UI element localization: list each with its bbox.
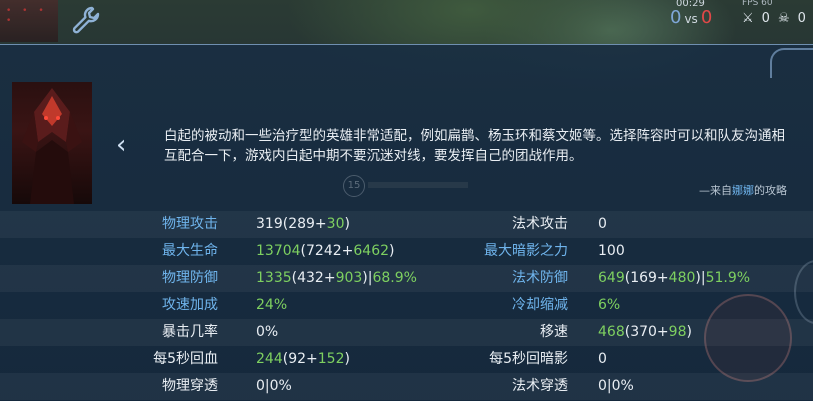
chevron-left-icon[interactable]: ‹: [116, 132, 136, 158]
stat-value-part: (432+: [291, 270, 336, 286]
stat-label-right: 冷却缩减: [512, 297, 568, 313]
stat-value-part: 6%: [598, 297, 621, 313]
stat-label-left: 最大生命: [162, 243, 218, 259]
stat-label-right: 法术防御: [512, 270, 568, 286]
red-team-score: 0: [700, 7, 713, 28]
stat-label-right: 移速: [540, 324, 568, 340]
source-prefix: —来自: [699, 184, 732, 197]
stat-value-part: 51.9%: [705, 270, 751, 286]
vs-label: vs: [684, 12, 698, 26]
stat-value-right: 100: [598, 238, 625, 265]
kills-count: 0: [761, 11, 770, 26]
stat-value-right: 0: [598, 211, 607, 238]
source-author-link[interactable]: 娜娜: [732, 184, 754, 197]
stat-row: 物理攻击 319(289+30) 法术攻击 0: [0, 211, 813, 238]
stat-label-right: 法术攻击: [512, 216, 568, 232]
fps-counter: FPS 60: [742, 0, 773, 8]
stat-row: 每5秒回血 244(92+152) 每5秒回暗影 0: [0, 346, 813, 373]
stat-value-part: 468: [598, 324, 625, 340]
stat-value-part: 100: [598, 243, 625, 259]
stat-value-left: 0%: [256, 319, 278, 346]
stat-label-left: 物理穿透: [162, 378, 218, 394]
minimap-corner[interactable]: • • • •: [0, 0, 58, 42]
deaths-count: 0: [797, 11, 806, 26]
wrench-icon[interactable]: [70, 4, 102, 36]
hud-topbar: • • • • 00:29 FPS 60 0 vs 0 ⚔ 0 ☠ 0: [0, 0, 813, 42]
stat-value-left: 244(92+152): [256, 346, 350, 373]
strategy-source: —来自娜娜的攻略: [699, 182, 787, 198]
stat-value-part: 0: [598, 216, 607, 232]
stat-value-left: 319(289+30): [256, 211, 350, 238]
hero-portrait: [12, 82, 92, 204]
hero-strategy-text: 白起的被动和一些治疗型的英雄非常适配，例如扁鹊、杨玉环和蔡文姬等。选择阵容时可以…: [164, 128, 785, 164]
stat-value-part: 0|0%: [598, 378, 634, 394]
stat-label-left: 物理攻击: [162, 216, 218, 232]
stat-value-part: (370+: [624, 324, 669, 340]
stat-value-left: 1335(432+903)|68.9%: [256, 265, 417, 292]
panel-corner-ornament: [770, 48, 813, 78]
stat-value-part: 480: [668, 270, 696, 286]
stat-value-left: 24%: [256, 292, 287, 319]
stat-value-part: ): [686, 324, 692, 340]
stat-value-part: 6462: [353, 243, 390, 259]
background-text-blur: [368, 182, 468, 188]
stat-value-part: 0%: [256, 324, 279, 340]
player-kda: ⚔ 0 ☠ 0: [742, 11, 813, 26]
minimap-markers: • • • •: [6, 6, 48, 26]
sword-icon: ⚔: [742, 11, 754, 26]
stat-value-right: 6%: [598, 292, 620, 319]
stat-label-right: 最大暗影之力: [484, 243, 568, 259]
stat-label-left: 物理防御: [162, 270, 218, 286]
stat-value-part: (289+: [282, 216, 327, 232]
stat-row: 攻速加成 24% 冷却缩减 6%: [0, 292, 813, 319]
stat-value-part: 98: [668, 324, 687, 340]
stat-label-left: 每5秒回血: [153, 351, 218, 367]
stat-value-part: 152: [317, 351, 345, 367]
stat-value-part: 244: [256, 351, 283, 367]
stat-value-part: 649: [598, 270, 625, 286]
stat-value-part: (169+: [624, 270, 669, 286]
stat-value-part: 13704: [256, 243, 301, 259]
stat-value-part: ): [344, 351, 350, 367]
stat-value-part: 68.9%: [372, 270, 417, 286]
stat-value-part: 319: [256, 216, 283, 232]
stat-label-right: 法术穿透: [512, 378, 568, 394]
team-score: 0 vs 0: [670, 7, 712, 28]
stat-value-part: (92+: [282, 351, 318, 367]
stat-value-part: 1335: [256, 270, 292, 286]
stat-row: 暴击几率 0% 移速 468(370+98): [0, 319, 813, 346]
stat-value-left: 13704(7242+6462): [256, 238, 394, 265]
level-badge: 15: [343, 175, 365, 197]
stat-value-part: 30: [326, 216, 345, 232]
stat-value-part: 24%: [256, 297, 288, 313]
stat-value-part: ): [344, 216, 350, 232]
stat-value-right: 0|0%: [598, 373, 634, 400]
stat-label-left: 攻速加成: [162, 297, 218, 313]
stat-value-part: )|: [362, 270, 373, 286]
stat-value-part: 0: [598, 351, 607, 367]
stat-value-part: ): [389, 243, 395, 259]
stat-value-right: 0: [598, 346, 607, 373]
stat-row: 物理穿透 0|0% 法术穿透 0|0%: [0, 373, 813, 400]
stat-value-right: 468(370+98): [598, 319, 692, 346]
stat-value-part: )|: [695, 270, 706, 286]
source-suffix: 的攻略: [754, 184, 787, 197]
stat-label-right: 每5秒回暗影: [489, 351, 568, 367]
stat-row: 物理防御 1335(432+903)|68.9% 法术防御 649(169+480)|…: [0, 265, 813, 292]
skull-icon: ☠: [777, 11, 790, 26]
stat-value-part: (7242+: [300, 243, 354, 259]
stat-label-left: 暴击几率: [162, 324, 218, 340]
stat-row: 最大生命 13704(7242+6462) 最大暗影之力 100: [0, 238, 813, 265]
stat-value-left: 0|0%: [256, 373, 292, 400]
blue-team-score: 0: [670, 7, 682, 28]
stat-value-part: 903: [335, 270, 363, 286]
stat-value-right: 649(169+480)|51.9%: [598, 265, 750, 292]
stat-value-part: 0|0%: [256, 378, 292, 394]
